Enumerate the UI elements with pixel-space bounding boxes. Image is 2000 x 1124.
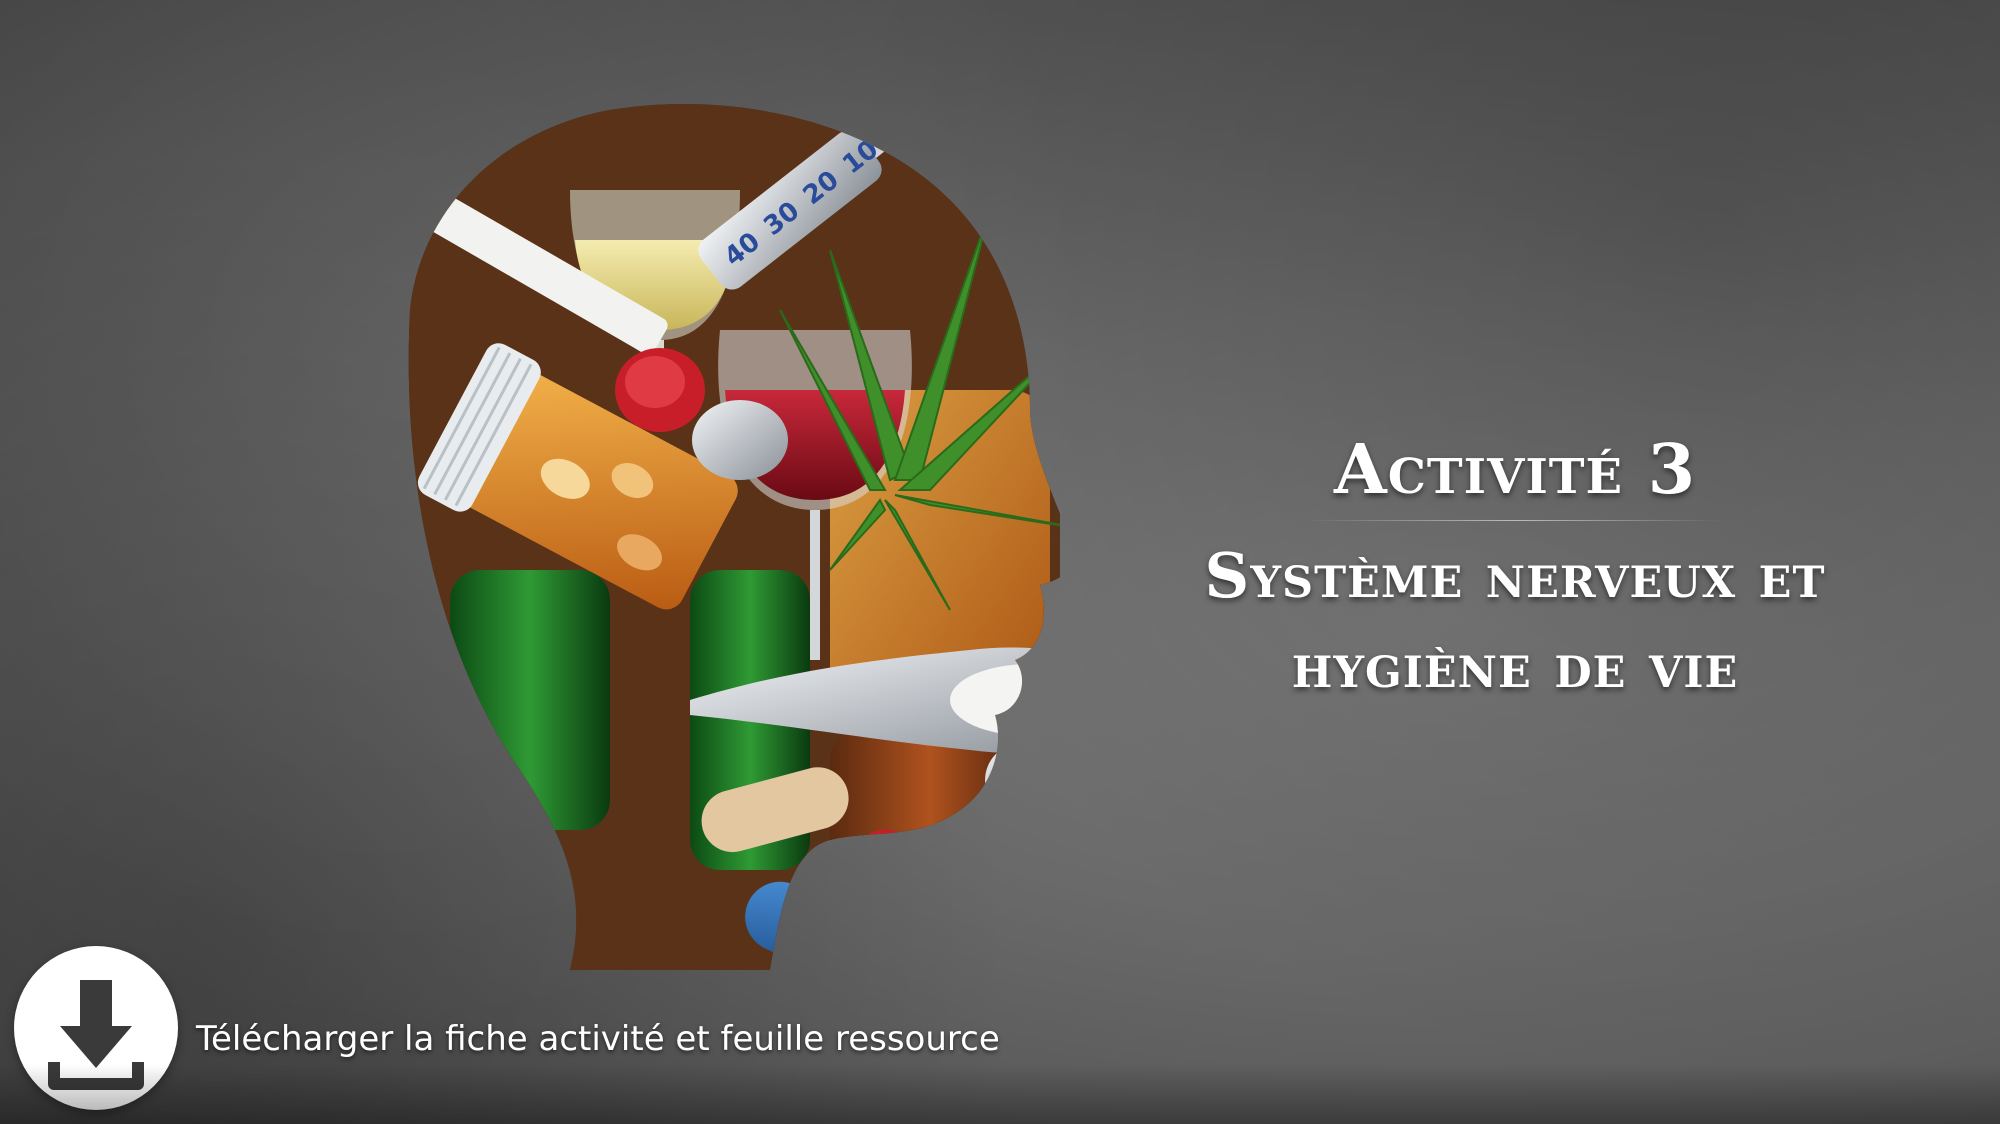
head-drugs-illustration: 4030 2010 bbox=[408, 104, 1060, 970]
slide: 40 30 20 10 Activité 3 Système nerveux e… bbox=[0, 0, 2000, 1124]
activity-title-line1: Système nerveux et bbox=[1204, 539, 1826, 612]
title-divider bbox=[1305, 520, 1725, 521]
slide-title: Activité 3 Système nerveux et hygiène de… bbox=[1150, 428, 1880, 711]
download-button[interactable] bbox=[14, 946, 178, 1110]
download-icon bbox=[48, 980, 144, 1090]
activity-title-line2: hygiène de vie bbox=[1291, 629, 1739, 702]
activity-number: Activité 3 bbox=[1333, 430, 1697, 510]
download-link-label[interactable]: Télécharger la fiche activité et feuille… bbox=[196, 1018, 1000, 1060]
